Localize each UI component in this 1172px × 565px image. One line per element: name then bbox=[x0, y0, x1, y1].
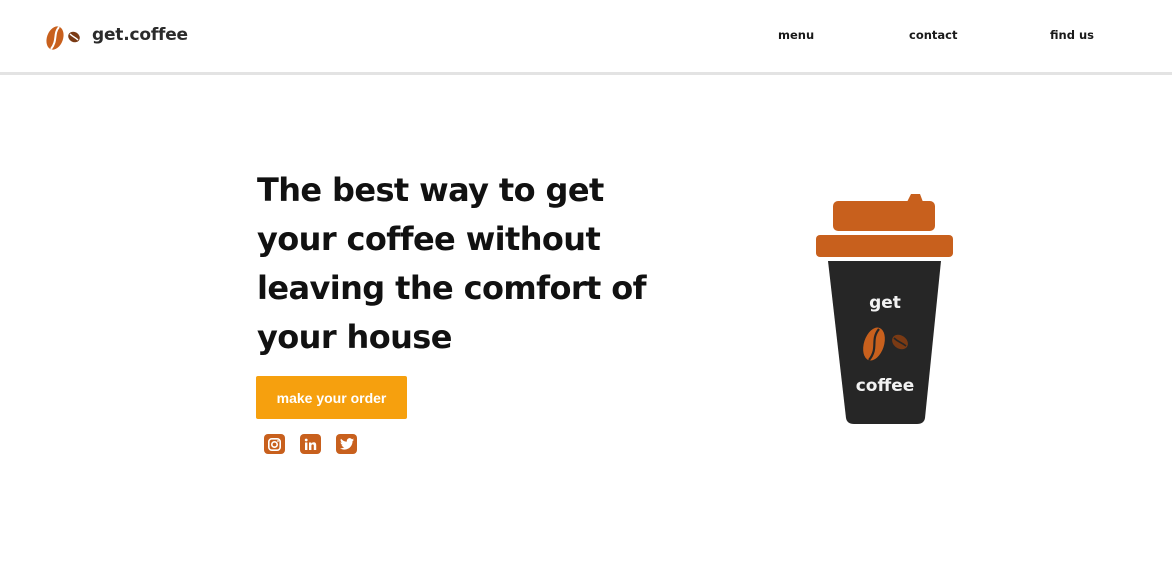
cup-text-get: get bbox=[869, 293, 901, 313]
nav-link-find-us[interactable]: find us bbox=[1050, 28, 1094, 42]
hero-title: The best way to get your coffee without … bbox=[257, 171, 647, 356]
linkedin-icon[interactable] bbox=[300, 434, 321, 454]
instagram-icon[interactable] bbox=[264, 434, 285, 454]
cup-text-coffee: coffee bbox=[856, 376, 915, 396]
logo-text: get.coffee bbox=[92, 25, 188, 45]
nav-link-contact[interactable]: contact bbox=[909, 28, 957, 42]
cup-lid-top bbox=[833, 201, 935, 231]
logo[interactable]: get.coffee bbox=[46, 22, 188, 52]
nav-link-menu[interactable]: menu bbox=[778, 28, 814, 42]
coffee-cup-illustration: get coffee bbox=[816, 194, 953, 424]
twitter-icon[interactable] bbox=[336, 434, 357, 454]
cup-lid-rim bbox=[816, 235, 953, 257]
site-header: get.coffee menu contact find us bbox=[0, 0, 1172, 75]
cup-lid-tab bbox=[907, 194, 923, 202]
coffee-beans-icon bbox=[46, 26, 80, 50]
make-order-button[interactable]: make your order bbox=[256, 376, 407, 419]
social-links bbox=[264, 434, 357, 454]
